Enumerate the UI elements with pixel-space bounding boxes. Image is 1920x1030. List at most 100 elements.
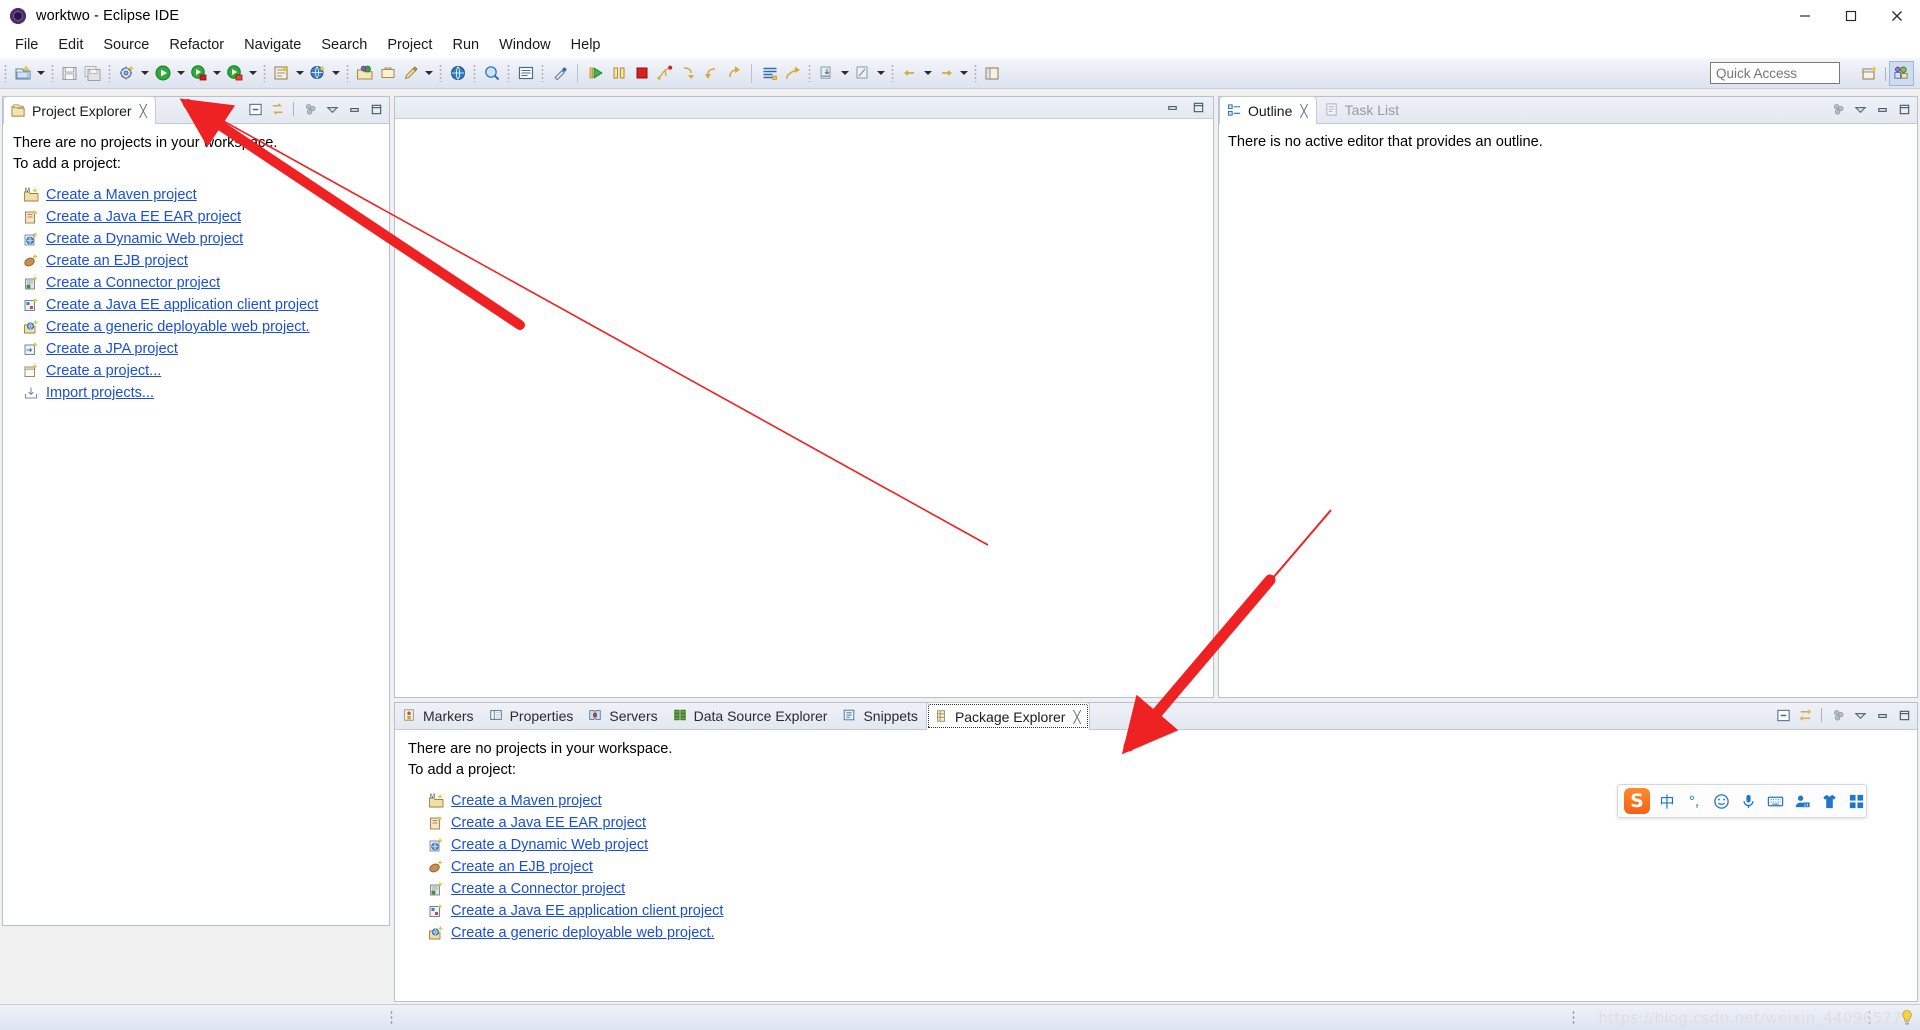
skin-icon[interactable] bbox=[1819, 791, 1839, 811]
run-icon[interactable] bbox=[151, 62, 174, 85]
list-item[interactable]: Create a Dynamic Web project bbox=[408, 834, 1917, 856]
tab-outline[interactable]: Outline ╳ bbox=[1219, 96, 1317, 124]
run-dropdown-icon[interactable] bbox=[174, 62, 187, 84]
save-icon[interactable] bbox=[58, 62, 81, 85]
terminate-icon[interactable] bbox=[630, 62, 653, 85]
link-create-connector-project[interactable]: Create a Connector project bbox=[46, 275, 220, 291]
open-perspective-icon[interactable] bbox=[981, 62, 1004, 85]
tab-package-explorer[interactable]: Package Explorer ╳ bbox=[925, 702, 1090, 730]
toolbar-grip-8[interactable] bbox=[507, 64, 510, 82]
previous-edit-icon[interactable] bbox=[815, 62, 838, 85]
previous-edit-dropdown-icon[interactable] bbox=[838, 62, 851, 84]
link-create-java-ee-application-client-project[interactable]: Create a Java EE application client proj… bbox=[46, 297, 318, 313]
menu-navigate[interactable]: Navigate bbox=[234, 33, 311, 57]
pause-icon[interactable] bbox=[607, 62, 630, 85]
view-menu-filter-icon[interactable] bbox=[1829, 100, 1847, 118]
toolbar-grip[interactable] bbox=[4, 64, 7, 82]
run-as-icon[interactable] bbox=[223, 62, 246, 85]
menu-help[interactable]: Help bbox=[561, 33, 611, 57]
web-browser-icon[interactable] bbox=[446, 62, 469, 85]
resume-icon[interactable] bbox=[722, 62, 745, 85]
view-menu-icon[interactable] bbox=[323, 100, 341, 118]
new-java-project-dropdown-icon[interactable] bbox=[293, 62, 306, 84]
toggle-mark-occurrences-icon[interactable] bbox=[548, 62, 571, 85]
status-grip-2[interactable] bbox=[1572, 1010, 1575, 1026]
back-history-dropdown-icon[interactable] bbox=[921, 62, 934, 84]
minimize-icon[interactable] bbox=[1873, 706, 1891, 724]
tab-servers[interactable]: Servers bbox=[581, 702, 665, 729]
perspective-java-ee-button[interactable] bbox=[1889, 61, 1914, 86]
lightbulb-icon[interactable] bbox=[1900, 1009, 1914, 1026]
link-create-generic-deployable-web-project[interactable]: Create a generic deployable web project. bbox=[46, 319, 310, 335]
list-item[interactable]: Create a Java EE application client proj… bbox=[3, 294, 389, 316]
sogou-logo-icon[interactable]: S bbox=[1624, 788, 1650, 814]
view-menu-icon[interactable] bbox=[1851, 100, 1869, 118]
collapse-all-icon[interactable] bbox=[1774, 706, 1792, 724]
menu-refactor[interactable]: Refactor bbox=[159, 33, 234, 57]
new-package-icon[interactable] bbox=[353, 62, 376, 85]
close-icon[interactable]: ╳ bbox=[1300, 104, 1307, 118]
menu-search[interactable]: Search bbox=[311, 33, 377, 57]
link-create-connector-project[interactable]: Create a Connector project bbox=[451, 881, 625, 897]
link-create-maven-project[interactable]: Create a Maven project bbox=[46, 187, 197, 203]
list-item[interactable]: Create an EJB project bbox=[408, 856, 1917, 878]
list-item[interactable]: Create a Java EE EAR project bbox=[3, 206, 389, 228]
save-all-icon[interactable] bbox=[81, 62, 104, 85]
list-item[interactable]: Create an EJB project bbox=[3, 250, 389, 272]
link-with-editor-icon[interactable] bbox=[268, 100, 286, 118]
tab-markers[interactable]: Markers bbox=[395, 702, 482, 729]
list-item[interactable]: Create a generic deployable web project. bbox=[3, 316, 389, 338]
new-wizard-icon[interactable] bbox=[11, 62, 34, 85]
list-item[interactable]: Create a Java EE application client proj… bbox=[408, 900, 1917, 922]
maximize-icon[interactable] bbox=[1895, 100, 1913, 118]
list-item[interactable]: Create a Connector project bbox=[408, 878, 1917, 900]
menu-window[interactable]: Window bbox=[489, 33, 561, 57]
console-icon[interactable] bbox=[514, 62, 537, 85]
toolbar-grip-11[interactable] bbox=[891, 64, 894, 82]
toolbar-grip-4[interactable] bbox=[263, 64, 266, 82]
link-create-jpa-project[interactable]: Create a JPA project bbox=[46, 341, 178, 357]
tab-task-list[interactable]: Task List bbox=[1317, 96, 1407, 123]
step-into-icon[interactable] bbox=[676, 62, 699, 85]
toolbar-grip-2[interactable] bbox=[51, 64, 54, 82]
view-menu-filter-icon[interactable] bbox=[301, 100, 319, 118]
toolbar-grip-6[interactable] bbox=[439, 64, 442, 82]
close-icon[interactable]: ╳ bbox=[1073, 710, 1080, 724]
list-item[interactable]: M Create a Maven project bbox=[3, 184, 389, 206]
punctuation-toggle[interactable]: °, bbox=[1684, 791, 1704, 811]
link-create-dynamic-web-project[interactable]: Create a Dynamic Web project bbox=[451, 837, 648, 853]
new-wizard-dropdown-icon[interactable] bbox=[34, 62, 47, 84]
open-task-icon[interactable] bbox=[376, 62, 399, 85]
list-item[interactable]: Import projects... bbox=[3, 382, 389, 404]
open-perspective-button[interactable] bbox=[1857, 61, 1882, 86]
next-annotation-icon[interactable] bbox=[781, 62, 804, 85]
link-create-a-project[interactable]: Create a project... bbox=[46, 363, 161, 379]
minimize-icon[interactable] bbox=[1163, 99, 1181, 117]
toolbox-icon[interactable] bbox=[1846, 791, 1866, 811]
link-create-ejb-project[interactable]: Create an EJB project bbox=[451, 859, 593, 875]
link-create-ejb-project[interactable]: Create an EJB project bbox=[46, 253, 188, 269]
toolbar-grip-7[interactable] bbox=[473, 64, 476, 82]
edit-icon[interactable] bbox=[399, 62, 422, 85]
back-nav-dropdown-icon[interactable] bbox=[874, 62, 887, 84]
voice-input-icon[interactable] bbox=[1738, 791, 1758, 811]
toolbar-grip-9[interactable] bbox=[541, 64, 544, 82]
tab-snippets[interactable]: Snippets bbox=[835, 702, 925, 729]
minimize-icon[interactable] bbox=[1873, 100, 1891, 118]
link-create-java-ee-application-client-project[interactable]: Create a Java EE application client proj… bbox=[451, 903, 723, 919]
toolbar-grip-12[interactable] bbox=[974, 64, 977, 82]
new-java-project-icon[interactable] bbox=[270, 62, 293, 85]
link-import-projects[interactable]: Import projects... bbox=[46, 385, 154, 401]
soft-keyboard-icon[interactable] bbox=[1765, 791, 1785, 811]
disconnect-icon[interactable] bbox=[653, 62, 676, 85]
view-menu-filter-icon[interactable] bbox=[1829, 706, 1847, 724]
link-create-maven-project[interactable]: Create a Maven project bbox=[451, 793, 602, 809]
list-item[interactable]: Create a generic deployable web project. bbox=[408, 922, 1917, 944]
collapse-all-icon[interactable] bbox=[246, 100, 264, 118]
back-history-icon[interactable] bbox=[898, 62, 921, 85]
list-item[interactable]: Create a project... bbox=[3, 360, 389, 382]
maximize-icon[interactable] bbox=[1189, 99, 1207, 117]
open-type-dropdown-icon[interactable] bbox=[329, 62, 342, 84]
chinese-english-toggle[interactable]: 中 bbox=[1657, 791, 1677, 811]
forward-history-icon[interactable] bbox=[934, 62, 957, 85]
